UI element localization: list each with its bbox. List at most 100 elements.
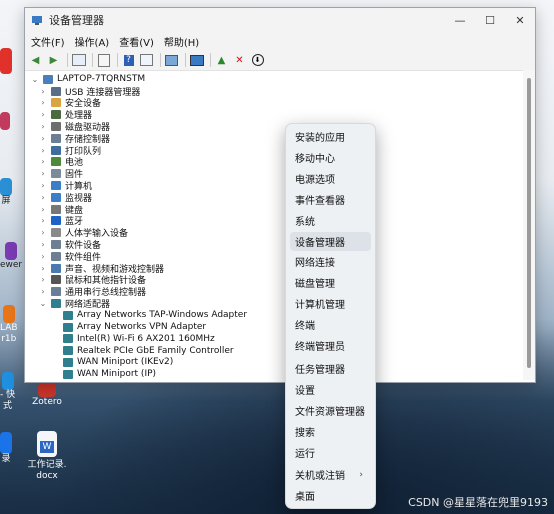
minimize-button[interactable]: — [445,8,475,32]
context-menu-item[interactable]: 运行 [290,443,371,462]
desktop-app-shortcut-icon[interactable]: - 快 式 [0,372,15,412]
tree-category[interactable]: › 通用串行总线控制器 [39,286,146,298]
network-adapter-item[interactable]: Array Networks TAP-Windows Adapter [63,309,247,321]
tree-category[interactable]: › 人体学输入设备 [39,227,128,239]
network-adapter-item[interactable]: Intel(R) Wi-Fi 6 AX201 160MHz [63,333,215,345]
expand-icon[interactable]: › [39,87,47,96]
menu-view[interactable]: 查看(V) [119,34,154,49]
maximize-button[interactable]: ☐ [475,8,505,32]
tree-category[interactable]: › 软件组件 [39,250,101,263]
view-icon[interactable] [139,53,154,67]
expand-icon[interactable]: › [39,240,47,249]
close-button[interactable]: ✕ [505,8,535,32]
expand-icon[interactable]: › [39,205,47,214]
tree-category[interactable]: › 存储控制器 [39,132,110,145]
collapse-icon[interactable]: ⌄ [31,75,39,84]
context-menu-item[interactable]: 系统 [290,211,371,230]
context-menu-item-label: 设置 [295,385,315,397]
tree-category[interactable]: › 蓝牙 [39,215,83,227]
desktop-app-red-icon[interactable] [0,48,12,74]
help-icon[interactable]: ? [121,53,136,67]
mouse-icon [51,275,61,285]
expand-icon[interactable]: › [39,98,47,107]
tree-category[interactable]: › 键盘 [39,203,83,216]
context-menu-item[interactable]: 任务管理器 [290,359,371,378]
network-adapter-item[interactable]: Array Networks VPN Adapter [63,321,206,333]
tree-category[interactable]: › 安全设备 [39,97,101,109]
expand-icon[interactable]: › [39,181,47,190]
tree-category[interactable]: › 监视器 [39,191,92,204]
desktop-app-matlab-icon[interactable]: LAB r1b [0,305,18,345]
expand-icon[interactable]: › [39,287,47,296]
context-menu-item[interactable]: 电源选项 [290,169,371,188]
context-menu-item[interactable]: 设置 [290,380,371,399]
network-adapter-item[interactable]: WAN Miniport (IKEv2) [63,356,173,368]
desktop-app-edge-icon[interactable]: 屏 [0,178,12,207]
network-adapter-item[interactable]: WAN Miniport (IP) [63,368,156,380]
tree-category[interactable]: ⌄ 网络适配器 [39,297,110,310]
tree-category[interactable]: › 处理器 [39,109,92,121]
show-hide-tree-icon[interactable] [71,53,86,67]
expand-icon[interactable]: › [39,193,47,202]
tree-category[interactable]: › 固件 [39,168,83,180]
expand-icon[interactable]: › [39,122,47,131]
tree-category[interactable]: › 声音、视频和游戏控制器 [39,262,164,275]
expand-icon[interactable]: › [39,110,47,119]
context-menu-item[interactable]: 计算机管理 [290,294,371,313]
scan-hardware-icon[interactable] [189,53,204,67]
collapse-icon[interactable]: ⌄ [39,299,47,308]
expand-icon[interactable]: › [39,169,47,178]
expand-icon[interactable]: › [39,275,47,284]
tree-category[interactable]: › 计算机 [39,179,92,192]
tree-category[interactable]: › 软件设备 [39,238,101,251]
expand-icon[interactable]: › [39,264,47,273]
context-menu-item[interactable]: 磁盘管理 [290,273,371,292]
context-menu-item[interactable]: 安装的应用 [290,127,371,146]
tree-category[interactable]: › USB 连接器管理器 [39,85,140,98]
title-bar[interactable]: 设备管理器 — ☐ ✕ [25,8,535,32]
desktop-app-recorder-icon[interactable]: 录 [0,432,12,465]
disable-device-icon[interactable]: ⬇ [250,53,265,67]
tree-category[interactable]: › 电池 [39,156,83,168]
desktop-zotero[interactable]: Zotero [30,383,64,408]
forward-icon[interactable]: ▶ [46,53,61,67]
desktop-word-doc[interactable]: W 工作记录. docx [26,431,68,482]
tree-category[interactable]: › 磁盘驱动器 [39,120,110,133]
vertical-scrollbar[interactable] [523,70,535,380]
context-menu-item[interactable]: 终端 [290,315,371,334]
expand-icon[interactable]: › [39,157,47,166]
expand-icon[interactable]: › [39,252,47,261]
context-menu-item[interactable]: 终端管理员 [290,336,371,355]
expand-icon[interactable]: › [39,216,47,225]
menu-action[interactable]: 操作(A) [75,34,110,49]
tree-category[interactable]: › 打印队列 [39,144,101,157]
context-menu-item[interactable]: 桌面 [290,486,371,505]
desktop-word-doc-label: 工作记录. docx [27,460,67,481]
context-menu-item[interactable]: 设备管理器 [290,231,371,251]
properties-icon[interactable] [96,53,111,67]
context-menu-item[interactable]: 事件查看器 [290,190,371,209]
context-menu-item[interactable]: 移动中心 [290,148,371,167]
context-menu-item[interactable]: 网络连接 [290,252,371,271]
tree-category[interactable]: › 鼠标和其他指针设备 [39,274,146,286]
context-menu-item[interactable]: 搜索 [290,422,371,441]
print-icon[interactable] [164,53,179,67]
scrollbar-thumb[interactable] [527,78,531,368]
menu-file[interactable]: 文件(F) [31,34,65,49]
network-adapter-item[interactable]: Realtek PCIe GbE Family Controller [63,345,234,357]
update-driver-icon[interactable]: ▲ [214,53,229,67]
desktop-app-partial-icon[interactable] [0,112,10,130]
toolbar-divider [185,53,186,67]
uninstall-device-icon[interactable]: ✕ [232,53,247,67]
context-menu-item[interactable]: 文件资源管理器 [290,401,371,420]
context-menu-item-label: 桌面 [295,492,315,504]
expand-icon[interactable]: › [39,146,47,155]
menu-help[interactable]: 帮助(H) [164,34,199,49]
context-menu-item[interactable]: 关机或注销 › [290,465,371,484]
computer-icon [51,180,61,190]
expand-icon[interactable]: › [39,134,47,143]
expand-icon[interactable]: › [39,228,47,237]
tree-root[interactable]: ⌄ LAPTOP-7TQRNSTM [31,73,146,85]
back-icon[interactable]: ◀ [28,53,43,67]
desktop-app-viewer-icon[interactable]: ewer [0,242,22,271]
